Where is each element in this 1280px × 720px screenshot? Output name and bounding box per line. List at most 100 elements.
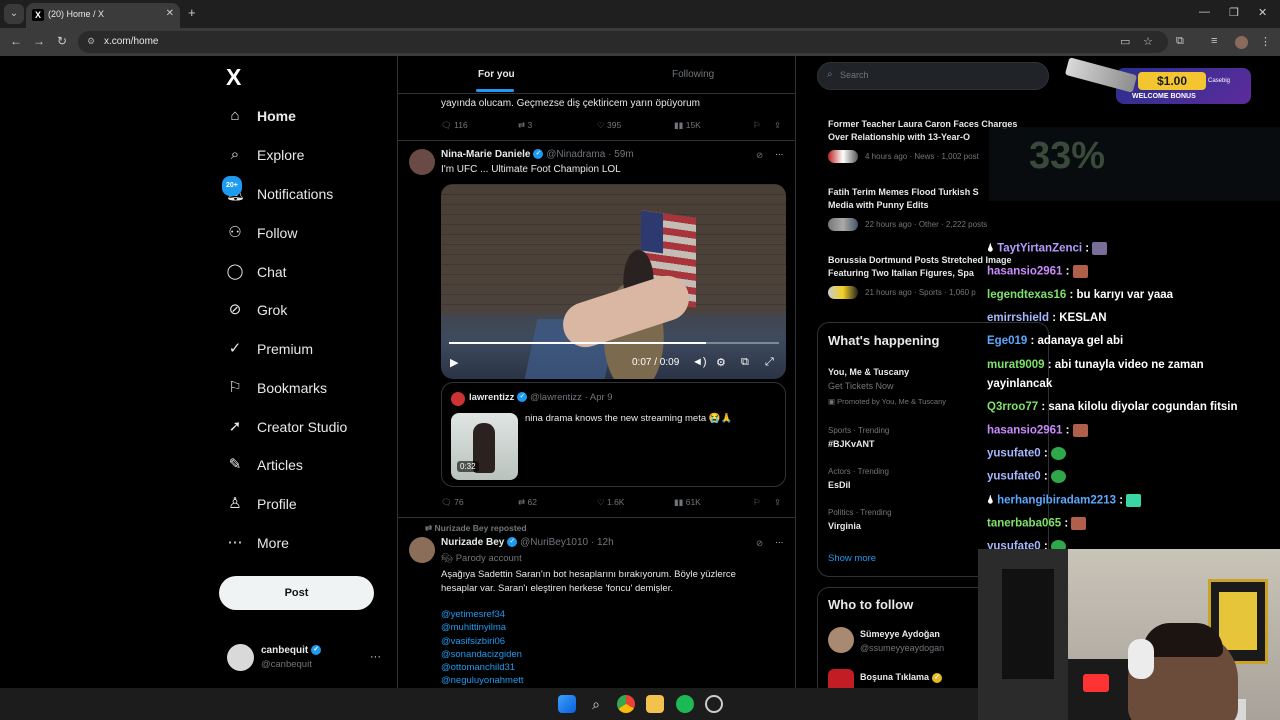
- show-more-link[interactable]: Show more: [828, 553, 876, 564]
- tweet-time[interactable]: · 12h: [591, 537, 614, 548]
- repost-button[interactable]: ⇄ 3: [518, 120, 532, 131]
- mention-link[interactable]: @ottomanchild31: [441, 662, 515, 673]
- mention-link[interactable]: @yetimesref34: [441, 609, 505, 620]
- news-headline[interactable]: Featuring Two Italian Figures, Spa: [828, 268, 974, 278]
- bookmark-icon[interactable]: ⚐: [753, 120, 761, 131]
- post-button[interactable]: Post: [219, 576, 374, 610]
- x-logo[interactable]: X: [226, 64, 241, 91]
- grok-explain-icon[interactable]: ⊘: [756, 150, 763, 161]
- browser-menu-icon[interactable]: ⋮: [1260, 35, 1271, 48]
- tweet-more-icon[interactable]: ···: [775, 149, 784, 159]
- author-name[interactable]: Nurizade Bey: [441, 537, 504, 548]
- volume-icon[interactable]: ◄): [692, 356, 707, 368]
- search-box[interactable]: ⌕ Search: [817, 62, 1049, 90]
- views-button[interactable]: ▮▮ 15K: [674, 120, 701, 131]
- trend-title[interactable]: EsDil: [828, 480, 851, 490]
- bookmark-star-icon[interactable]: ☆: [1143, 35, 1153, 48]
- nav-premium[interactable]: ✓ Premium: [226, 336, 313, 362]
- spotify-icon[interactable]: [676, 695, 694, 713]
- cast-icon[interactable]: ▭: [1120, 35, 1130, 48]
- restore-button[interactable]: ❐: [1229, 6, 1239, 19]
- new-tab-button[interactable]: +: [188, 5, 196, 20]
- nav-follow[interactable]: ⚇ Follow: [226, 220, 297, 246]
- quoted-tweet[interactable]: lawrentizz ✓ @lawrentizz · Apr 9 0:32 nin…: [441, 382, 786, 487]
- tweet-avatar[interactable]: [409, 537, 435, 563]
- account-more-icon[interactable]: ···: [370, 651, 381, 663]
- address-bar[interactable]: ⚙ x.com/home: [78, 31, 1168, 53]
- trend-title[interactable]: You, Me & Tuscany: [828, 367, 909, 377]
- tweet-avatar[interactable]: [409, 149, 435, 175]
- suggested-user-row[interactable]: Boşuna Tıklama ✓: [860, 672, 943, 683]
- news-headline[interactable]: Over Relationship with 13-Year-O: [828, 132, 970, 142]
- tab-following[interactable]: Following: [672, 69, 714, 80]
- suggested-user-avatar[interactable]: [828, 627, 854, 653]
- mention-link[interactable]: @sonandacizgiden: [441, 649, 522, 660]
- repost-button[interactable]: ⇄ 62: [518, 497, 537, 508]
- share-icon[interactable]: ⇪: [774, 497, 781, 508]
- news-headline[interactable]: Borussia Dortmund Posts Stretched Image: [828, 255, 1012, 265]
- news-headline[interactable]: Fatih Terim Memes Flood Turkish S: [828, 187, 979, 197]
- extensions-icon[interactable]: ⧉: [1176, 35, 1184, 48]
- app-icon[interactable]: [705, 695, 723, 713]
- close-window-button[interactable]: ✕: [1258, 6, 1267, 19]
- forward-button[interactable]: →: [33, 34, 45, 48]
- account-name-row[interactable]: canbequit ✓: [261, 645, 322, 656]
- news-headline[interactable]: Media with Punny Edits: [828, 200, 929, 210]
- nav-more[interactable]: ⋯ More: [226, 530, 289, 556]
- pip-icon[interactable]: ⧉: [741, 356, 749, 369]
- nav-home[interactable]: ⌂ Home: [226, 103, 295, 129]
- author-handle[interactable]: @NuriBey1010: [520, 537, 588, 548]
- tab-search-button[interactable]: ⌄: [4, 4, 24, 24]
- like-button[interactable]: ♡ 1.6K: [597, 497, 624, 508]
- repost-context[interactable]: ⇄ Nurizade Bey reposted: [425, 523, 527, 534]
- author-handle[interactable]: @Ninadrama: [546, 149, 605, 160]
- play-icon[interactable]: ▶: [450, 356, 458, 369]
- reply-button[interactable]: 🗨︎ 116: [441, 120, 468, 131]
- file-explorer-icon[interactable]: [646, 695, 664, 713]
- minimize-button[interactable]: —: [1199, 6, 1210, 18]
- trend-category: Sports · Trending: [828, 426, 890, 435]
- mention-link[interactable]: @neguluyonahmett: [441, 675, 524, 686]
- tweet-more-icon[interactable]: ···: [775, 537, 784, 547]
- nav-follow-label: Follow: [257, 225, 298, 241]
- start-menu-icon[interactable]: [558, 695, 576, 713]
- nav-bookmarks[interactable]: ⚐ Bookmarks: [226, 375, 327, 401]
- reading-list-icon[interactable]: ≡: [1211, 35, 1217, 47]
- fullscreen-icon[interactable]: ⤢: [765, 356, 774, 369]
- views-button[interactable]: ▮▮ 61K: [674, 497, 701, 508]
- nav-profile[interactable]: ♙ Profile: [226, 491, 296, 517]
- profile-avatar-icon[interactable]: [1235, 36, 1248, 49]
- quote-video-thumbnail[interactable]: 0:32: [451, 413, 518, 480]
- mention-link[interactable]: @muhittinyilma: [441, 622, 506, 633]
- nav-notifications[interactable]: 🔔︎20+ Notifications: [222, 176, 333, 207]
- close-tab-icon[interactable]: ✕: [166, 8, 174, 19]
- site-info-icon[interactable]: ⚙: [87, 36, 95, 47]
- suggested-user-name[interactable]: Sümeyye Aydoğan: [860, 629, 940, 639]
- nav-explore[interactable]: ⌕ Explore: [226, 142, 305, 168]
- share-icon[interactable]: ⇪: [774, 120, 781, 131]
- mention-link[interactable]: @vasifsizbiri06: [441, 636, 505, 647]
- settings-icon[interactable]: ⚙: [716, 356, 726, 369]
- nav-grok[interactable]: ⊘ Grok: [226, 297, 288, 323]
- like-button[interactable]: ♡ 395: [597, 120, 621, 131]
- trend-title[interactable]: Virginia: [828, 521, 861, 531]
- back-button[interactable]: ←: [10, 34, 22, 48]
- tab-for-you[interactable]: For you: [478, 69, 515, 80]
- grok-explain-icon[interactable]: ⊘: [756, 538, 763, 549]
- nav-articles[interactable]: ✎ Articles: [226, 452, 303, 478]
- account-avatar[interactable]: [227, 644, 254, 671]
- search-icon[interactable]: ⌕: [587, 695, 605, 713]
- nav-creator-studio[interactable]: ➚ Creator Studio: [226, 414, 348, 440]
- promo-subtitle[interactable]: Get Tickets Now: [828, 381, 894, 391]
- browser-tab[interactable]: X (20) Home / X ✕: [26, 3, 180, 28]
- bookmark-icon[interactable]: ⚐: [753, 497, 761, 508]
- video-progress-bar[interactable]: [449, 342, 779, 344]
- chrome-icon[interactable]: [617, 695, 635, 713]
- trend-title[interactable]: #BJKvANT: [828, 439, 875, 449]
- author-name[interactable]: Nina-Marie Daniele: [441, 149, 530, 160]
- reload-button[interactable]: ↻: [57, 34, 67, 48]
- reply-button[interactable]: 🗨︎ 76: [441, 497, 464, 508]
- tweet-time[interactable]: · 59m: [608, 149, 634, 160]
- nav-chat[interactable]: ◯ Chat: [226, 259, 287, 285]
- tweet-video[interactable]: ▶ 0:07 / 0:09 ◄) ⚙ ⧉ ⤢: [441, 184, 786, 379]
